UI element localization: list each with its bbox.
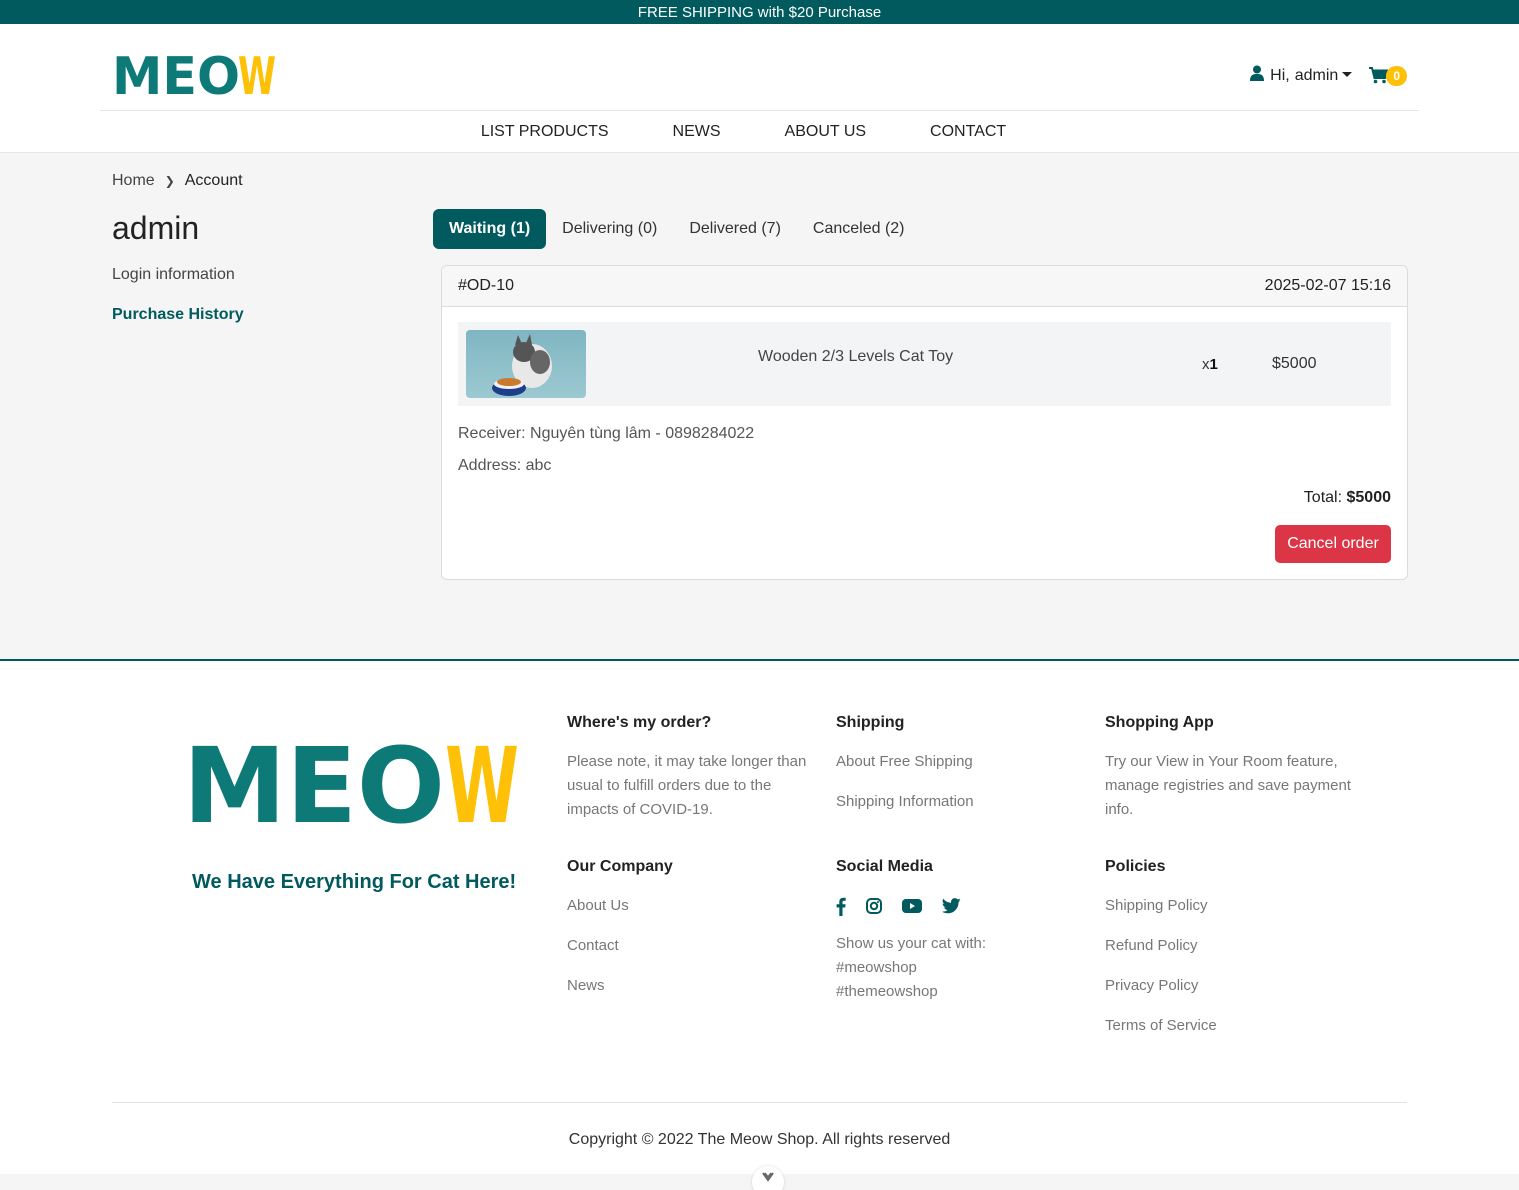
tab-waiting[interactable]: Waiting (1) — [433, 209, 547, 249]
link-privacy-policy[interactable]: Privacy Policy — [1105, 974, 1365, 998]
tab-delivering[interactable]: Delivering (0) — [546, 209, 673, 249]
total-value: $5000 — [1346, 489, 1392, 506]
footer-shipping: Shipping About Free Shipping Shipping In… — [836, 714, 1076, 830]
youtube-icon[interactable] — [902, 899, 922, 913]
order-status-tabs: Waiting (1) Delivering (0) Delivered (7)… — [433, 209, 921, 249]
footer-divider — [112, 1102, 1407, 1103]
site-header: MEO W Hi, admin 0 LIST PRODUCTS NEWS ABO… — [0, 24, 1519, 153]
footer-social: Social Media Show us your cat with: #meo… — [836, 858, 1076, 1004]
company-title: Our Company — [567, 858, 673, 875]
social-icons — [836, 894, 1076, 918]
footer-where-order: Where's my order? Please note, it may ta… — [567, 714, 817, 822]
footer-shopping-app: Shopping App Try our View in Your Room f… — [1105, 714, 1365, 822]
chevron-right-icon: ❯ — [164, 174, 175, 188]
social-title: Social Media — [836, 858, 933, 875]
promo-bar: FREE SHIPPING with $20 Purchase — [0, 0, 1519, 24]
social-hashtag-1: #meowshop — [836, 959, 917, 976]
svg-text:W: W — [445, 734, 519, 826]
order-header: #OD-10 2025-02-07 15:16 — [442, 266, 1407, 307]
sidebar-item-purchase-history[interactable]: Purchase History — [112, 306, 244, 324]
order-card: #OD-10 2025-02-07 15:16 Wooden 2/3 Level… — [441, 265, 1408, 580]
copyright-text: Copyright © 2022 The Meow Shop. All righ… — [568, 1131, 951, 1148]
link-shipping-policy[interactable]: Shipping Policy — [1105, 894, 1365, 918]
sidebar-item-login-information[interactable]: Login information — [112, 266, 235, 284]
scroll-down-button[interactable] — [752, 1166, 784, 1190]
promo-text: FREE SHIPPING with $20 Purchase — [637, 4, 882, 21]
social-hashtag-2: #themeowshop — [836, 983, 938, 1000]
order-datetime: 2025-02-07 15:16 — [1264, 277, 1391, 294]
nav-contact[interactable]: CONTACT — [930, 123, 1006, 141]
order-total: Total: $5000 — [1304, 489, 1391, 507]
breadcrumb-home[interactable]: Home — [112, 172, 155, 190]
footer-slogan: We Have Everything For Cat Here! — [192, 871, 517, 893]
shopping-app-text: Try our View in Your Room feature, manag… — [1105, 753, 1351, 818]
nav-news[interactable]: NEWS — [673, 123, 721, 141]
site-footer: MEO W We Have Everything For Cat Here! W… — [0, 659, 1519, 1174]
account-name: admin — [112, 210, 200, 246]
order-id: #OD-10 — [458, 277, 515, 294]
product-price: $5000 — [1272, 355, 1317, 372]
address-info: Address: abc — [458, 457, 552, 474]
meow-logo-large[interactable]: MEO W — [183, 734, 521, 826]
product-quantity: x1 — [1202, 356, 1218, 373]
nav-list-products[interactable]: LIST PRODUCTS — [481, 123, 609, 141]
twitter-icon[interactable] — [942, 898, 961, 914]
chevron-down-icon — [762, 1172, 774, 1182]
nav-about-us[interactable]: ABOUT US — [785, 123, 867, 141]
footer-policies: Policies Shipping Policy Refund Policy P… — [1105, 858, 1365, 1054]
link-refund-policy[interactable]: Refund Policy — [1105, 934, 1365, 958]
where-order-text: Please note, it may take longer than usu… — [567, 753, 807, 818]
link-terms-of-service[interactable]: Terms of Service — [1105, 1014, 1365, 1038]
social-text: Show us your cat with: — [836, 935, 987, 952]
receiver-info: Receiver: Nguyên tùng lâm - 0898284022 — [458, 425, 755, 442]
shipping-title: Shipping — [836, 714, 905, 731]
user-icon — [1250, 65, 1265, 86]
link-about-free-shipping[interactable]: About Free Shipping — [836, 750, 1076, 774]
link-news[interactable]: News — [567, 974, 817, 998]
breadcrumb: Home ❯ Account — [112, 172, 243, 190]
user-menu-toggle[interactable]: admin — [1295, 67, 1339, 85]
link-shipping-information[interactable]: Shipping Information — [836, 790, 1076, 814]
order-item-row: Wooden 2/3 Levels Cat Toy x1 $5000 — [458, 322, 1391, 406]
tab-canceled[interactable]: Canceled (2) — [797, 209, 921, 249]
tab-delivered[interactable]: Delivered (7) — [673, 209, 797, 249]
cart-button[interactable]: 0 — [1369, 65, 1407, 86]
cart-count-badge: 0 — [1386, 65, 1407, 86]
user-area: Hi, admin 0 — [1250, 65, 1407, 86]
greeting-text: Hi, — [1270, 66, 1290, 84]
product-name[interactable]: Wooden 2/3 Levels Cat Toy — [758, 348, 953, 366]
svg-text:W: W — [238, 50, 276, 98]
breadcrumb-current: Account — [184, 172, 243, 189]
main-nav: LIST PRODUCTS NEWS ABOUT US CONTACT — [0, 111, 1519, 153]
cancel-order-button[interactable]: Cancel order — [1275, 525, 1391, 563]
link-contact[interactable]: Contact — [567, 934, 817, 958]
link-about-us[interactable]: About Us — [567, 894, 817, 918]
shopping-app-title: Shopping App — [1105, 714, 1214, 731]
footer-company: Our Company About Us Contact News — [567, 858, 817, 1014]
instagram-icon[interactable] — [866, 898, 882, 914]
total-label: Total: — [1303, 489, 1343, 506]
facebook-icon[interactable] — [836, 897, 846, 916]
svg-text:MEO: MEO — [112, 50, 240, 98]
meow-logo[interactable]: MEO W — [112, 50, 277, 98]
caret-down-icon[interactable] — [1342, 72, 1353, 77]
policies-title: Policies — [1105, 858, 1166, 875]
product-thumbnail[interactable] — [466, 330, 586, 398]
svg-text:MEO: MEO — [183, 734, 445, 826]
header-top: MEO W Hi, admin 0 — [100, 24, 1419, 111]
where-order-title: Where's my order? — [567, 714, 712, 731]
